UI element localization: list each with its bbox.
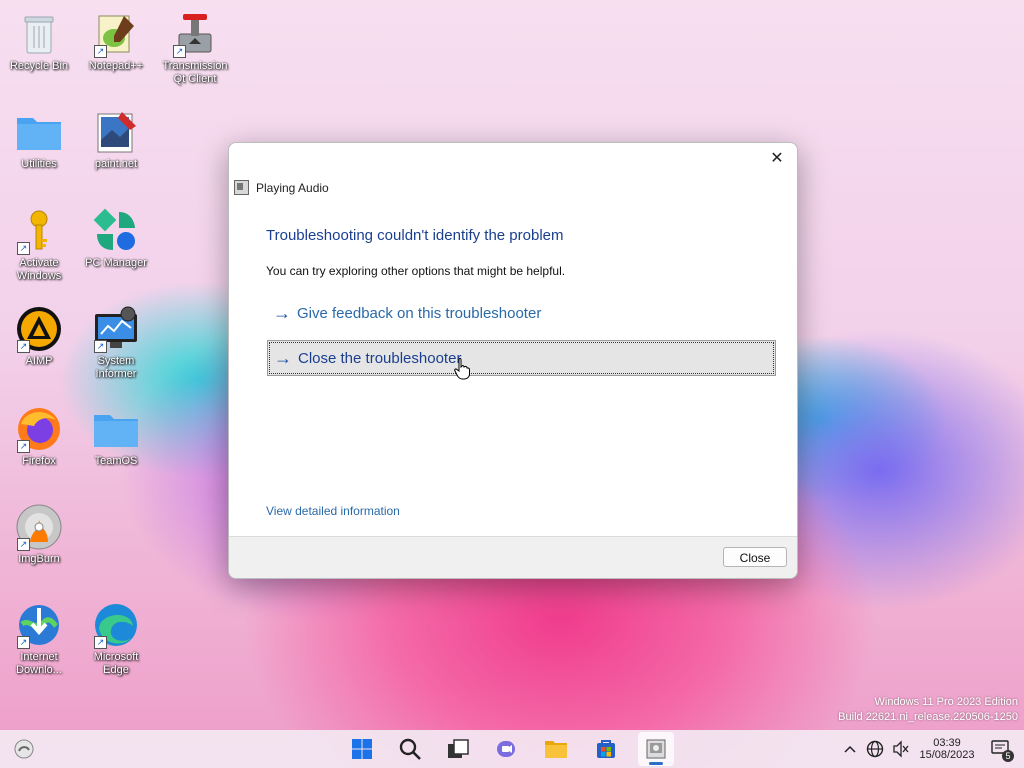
notification-count-badge: 5: [1002, 750, 1014, 762]
shortcut-arrow-icon: ↗: [17, 242, 30, 255]
shortcut-arrow-icon: ↗: [17, 538, 30, 551]
file-explorer-button[interactable]: [538, 732, 574, 766]
notifications-button[interactable]: 5: [984, 732, 1018, 766]
troubleshooter-taskbar-button[interactable]: [638, 732, 674, 766]
folder-icon: [545, 741, 567, 758]
aimp-icon: ↗: [15, 305, 63, 353]
chat-icon: [497, 741, 515, 757]
view-detailed-information-link[interactable]: View detailed information: [266, 504, 400, 518]
imgburn-disc-icon: ↗: [15, 503, 63, 551]
desktop-icon-label: Microsoft Edge: [93, 651, 139, 676]
edge-icon: ↗: [92, 601, 140, 649]
shortcut-arrow-icon: ↗: [94, 636, 107, 649]
transmission-icon: ↗: [171, 10, 219, 58]
desktop-icon-utilities[interactable]: Utilities: [3, 108, 75, 171]
desktop-icon-label: Firefox: [22, 455, 56, 467]
shortcut-arrow-icon: ↗: [94, 340, 107, 353]
start-button[interactable]: [344, 732, 380, 766]
shortcut-arrow-icon: ↗: [17, 636, 30, 649]
close-button[interactable]: Close: [723, 547, 787, 567]
shortcut-arrow-icon: ↗: [173, 45, 186, 58]
widgets-button[interactable]: [6, 732, 42, 766]
right-arrow-icon: →: [274, 347, 292, 368]
right-arrow-icon: →: [273, 302, 291, 323]
desktop-icon-teamos[interactable]: TeamOS: [80, 405, 152, 468]
taskbar: 03:39 15/08/2023 5: [0, 730, 1024, 768]
desktop-icon-pc-manager[interactable]: PC Manager: [80, 207, 152, 270]
desktop-icon-imgburn[interactable]: ↗ ImgBurn: [3, 503, 75, 566]
desktop-icon-label: AIMP: [25, 355, 53, 367]
desktop-icon-label: Internet Downlo...: [16, 651, 62, 676]
task-view-button[interactable]: [440, 732, 476, 766]
clock-date: 15/08/2023: [919, 749, 975, 761]
desktop-icon-label: Utilities: [21, 158, 57, 170]
hand-cursor-icon: [454, 358, 470, 380]
widgets-icon: [14, 739, 34, 759]
search-icon: [399, 738, 421, 760]
desktop-icon-label: TeamOS: [94, 455, 138, 467]
desktop-icon-label: System Informer: [95, 355, 137, 380]
globe-network-icon: [866, 740, 884, 758]
idm-globe-icon: ↗: [15, 601, 63, 649]
clock-time: 03:39: [933, 737, 961, 749]
notepad-plus-plus-icon: ↗: [92, 10, 140, 58]
shortcut-arrow-icon: ↗: [94, 45, 107, 58]
network-button[interactable]: [862, 732, 888, 766]
desktop-icon-microsoft-edge[interactable]: ↗ Microsoft Edge: [80, 601, 152, 677]
dialog-window-title: Playing Audio: [256, 180, 329, 195]
desktop-icon-transmission[interactable]: ↗ Transmission Qt Client: [159, 10, 231, 86]
system-informer-icon: ↗: [92, 305, 140, 353]
troubleshooter-app-icon: [646, 739, 666, 759]
desktop-icon-aimp[interactable]: ↗ AIMP: [3, 305, 75, 368]
desktop-icon-label: Notepad++: [88, 60, 144, 72]
desktop-icon-label: PC Manager: [85, 257, 147, 269]
shortcut-arrow-icon: ↗: [17, 440, 30, 453]
show-hidden-icons-button[interactable]: [838, 732, 862, 766]
recycle-bin-icon: [15, 10, 63, 58]
desktop-icon-notepad-plus-plus[interactable]: ↗ Notepad++: [80, 10, 152, 73]
watermark-line-1: Windows 11 Pro 2023 Edition: [874, 696, 1019, 708]
close-troubleshooter-option[interactable]: → Close the troubleshooter: [267, 340, 776, 376]
firefox-icon: ↗: [15, 405, 63, 453]
task-view-icon: [448, 739, 469, 758]
windows-edition-watermark: Windows 11 Pro 2023 Edition Build 22621.…: [838, 695, 1018, 725]
microsoft-store-button[interactable]: [588, 732, 624, 766]
dialog-subtext: You can try exploring other options that…: [266, 264, 566, 278]
dialog-title-row: Playing Audio: [234, 180, 329, 195]
desktop-icon-label: paint.net: [94, 158, 138, 170]
windows-logo-icon: [352, 739, 372, 759]
desktop-icon-label: Recycle Bin: [9, 60, 69, 72]
desktop-icon-paint-net[interactable]: paint.net: [80, 108, 152, 171]
dialog-footer: Close: [229, 536, 797, 578]
option-label: Give feedback on this troubleshooter: [297, 304, 542, 322]
store-icon: [597, 740, 615, 758]
key-icon: ↗: [15, 207, 63, 255]
paint-net-icon: [92, 108, 140, 156]
desktop-icon-system-informer[interactable]: ↗ System Informer: [80, 305, 152, 381]
desktop-icon-label: ImgBurn: [18, 553, 60, 565]
watermark-line-2: Build 22621.ni_release.220506-1250: [838, 711, 1018, 723]
folder-icon: [15, 108, 63, 156]
volume-muted-icon: [893, 740, 909, 758]
troubleshooter-dialog: ✕ Playing Audio Troubleshooting couldn't…: [228, 142, 798, 579]
desktop-icon-activate-windows[interactable]: ↗ Activate Windows: [3, 207, 75, 283]
give-feedback-option[interactable]: → Give feedback on this troubleshooter: [267, 295, 776, 331]
chevron-up-icon: [844, 745, 856, 753]
teams-chat-button[interactable]: [488, 732, 524, 766]
desktop-icon-firefox[interactable]: ↗ Firefox: [3, 405, 75, 468]
search-button[interactable]: [392, 732, 428, 766]
volume-button[interactable]: [888, 732, 914, 766]
dialog-heading: Troubleshooting couldn't identify the pr…: [266, 227, 564, 244]
shortcut-arrow-icon: ↗: [17, 340, 30, 353]
pc-manager-icon: [92, 207, 140, 255]
desktop-icon-label: Transmission Qt Client: [162, 60, 228, 85]
desktop-icon-internet-download-manager[interactable]: ↗ Internet Downlo...: [3, 601, 75, 677]
clock-button[interactable]: 03:39 15/08/2023: [916, 732, 978, 766]
desktop-icon-recycle-bin[interactable]: Recycle Bin: [3, 10, 75, 73]
option-label: Close the troubleshooter: [298, 349, 462, 367]
folder-icon: [92, 405, 140, 453]
playing-audio-app-icon: [234, 180, 249, 195]
dialog-close-icon[interactable]: ✕: [765, 149, 789, 169]
desktop-icon-label: Activate Windows: [16, 257, 62, 282]
